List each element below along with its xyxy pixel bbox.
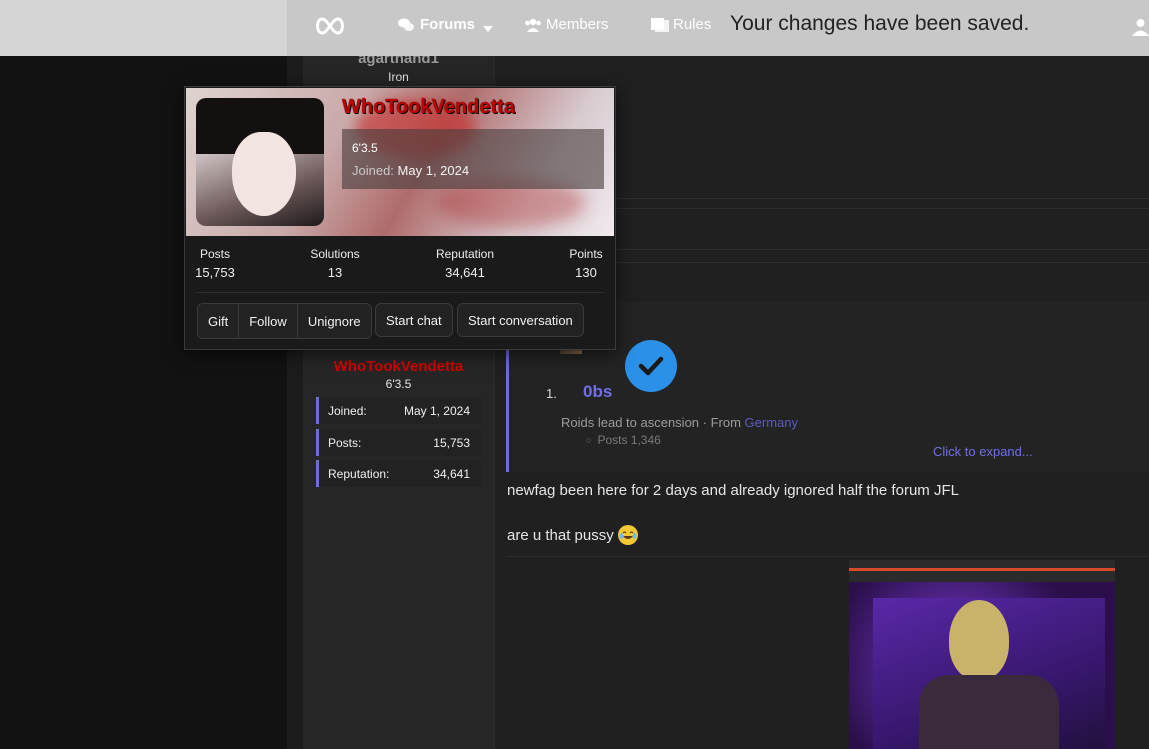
row-label: Joined: <box>328 403 367 418</box>
stat-reputation[interactable]: Reputation 34,641 <box>430 247 500 280</box>
quote-posts-count: Posts 1,346 <box>586 433 660 447</box>
embedded-image[interactable] <box>849 560 1115 749</box>
image-figure-body <box>919 675 1059 749</box>
user-account-icon[interactable] <box>1132 18 1149 36</box>
stat-value: 15,753 <box>195 265 235 280</box>
book-icon <box>651 17 669 32</box>
author-posts-row: Posts: 15,753 <box>316 429 481 456</box>
nav-members[interactable]: Members <box>524 16 609 33</box>
joined-value: May 1, 2024 <box>397 163 470 178</box>
stat-label: Posts <box>199 247 230 261</box>
tagline-text: Roids lead to ascension · From <box>561 415 741 430</box>
avatar[interactable] <box>196 98 324 226</box>
row-value: 15,753 <box>433 435 470 450</box>
start-conversation-button[interactable]: Start conversation <box>457 303 584 337</box>
verified-check-icon <box>625 340 677 392</box>
stat-value: 34,641 <box>445 265 485 280</box>
site-logo-icon[interactable] <box>314 14 346 38</box>
previous-post-rank: Iron <box>388 70 409 84</box>
follow-button[interactable]: Follow <box>239 304 298 338</box>
stat-value: 130 <box>575 265 597 280</box>
nav-forums[interactable]: Forums <box>398 16 475 33</box>
gift-button[interactable]: Gift <box>198 304 240 338</box>
image-figure-face <box>949 600 1009 680</box>
unignore-button[interactable]: Unignore <box>297 304 371 338</box>
member-tooltip-card: WhoTookVendetta 6'3.5 Joined: May 1, 202… <box>184 86 616 350</box>
stat-solutions[interactable]: Solutions 13 <box>305 247 365 280</box>
popup-joined: Joined: May 1, 2024 <box>352 163 469 178</box>
popup-divider <box>197 292 603 293</box>
expand-quote-link[interactable]: Click to expand... <box>933 444 1033 459</box>
chevron-down-icon[interactable] <box>483 20 493 38</box>
nav-label: Members <box>546 16 609 33</box>
profile-banner: WhoTookVendetta 6'3.5 Joined: May 1, 202… <box>186 88 614 236</box>
post-text-line: newfag been here for 2 days and already … <box>507 482 959 499</box>
image-browser-bar <box>849 560 1115 582</box>
quote-list-number: 1. <box>546 386 557 401</box>
nav-label: Forums <box>420 16 476 33</box>
post-text-line: are u that pussy <box>507 525 638 545</box>
row-label: Reputation: <box>328 466 390 481</box>
quote-fade <box>509 446 1149 472</box>
popup-user-title: 6'3.5 <box>352 141 378 155</box>
stat-value: 13 <box>327 265 343 280</box>
author-joined-row: Joined: May 1, 2024 <box>316 397 481 424</box>
comments-icon <box>398 18 414 32</box>
post-author-title: 6'3.5 <box>385 377 412 391</box>
author-reputation-row: Reputation: 34,641 <box>316 460 481 487</box>
laughing-crying-emoji-icon <box>617 525 638 545</box>
popup-username[interactable]: WhoTookVendetta <box>342 96 515 119</box>
quote-username[interactable]: 0bs <box>583 382 612 402</box>
post-text: are u that pussy <box>507 526 614 544</box>
post-author-username[interactable]: WhoTookVendetta <box>303 358 494 375</box>
stat-label: Solutions <box>310 247 360 261</box>
avatar-face <box>232 132 296 216</box>
saved-notification: Your changes have been saved. <box>730 12 1030 35</box>
action-button-group: Gift Follow Unignore <box>197 303 372 339</box>
row-value: May 1, 2024 <box>403 403 470 418</box>
quote-tagline: Roids lead to ascension · From Germany <box>561 415 798 430</box>
nav-rules[interactable]: Rules <box>651 16 711 33</box>
row-value: 34,641 <box>433 466 470 481</box>
location-link[interactable]: Germany <box>745 415 798 430</box>
start-chat-button[interactable]: Start chat <box>375 303 453 337</box>
popup-info-box: 6'3.5 Joined: May 1, 2024 <box>342 129 604 189</box>
joined-label: Joined: <box>352 163 394 178</box>
users-icon <box>524 18 541 32</box>
stat-posts[interactable]: Posts 15,753 <box>195 247 235 280</box>
image-tab-strip <box>849 568 1115 571</box>
stat-label: Reputation <box>435 247 495 261</box>
row-label: Posts: <box>328 435 362 450</box>
stat-points[interactable]: Points 130 <box>563 247 609 280</box>
post-divider <box>506 556 1149 557</box>
stat-label: Points <box>569 247 603 261</box>
nav-label: Rules <box>673 16 712 33</box>
